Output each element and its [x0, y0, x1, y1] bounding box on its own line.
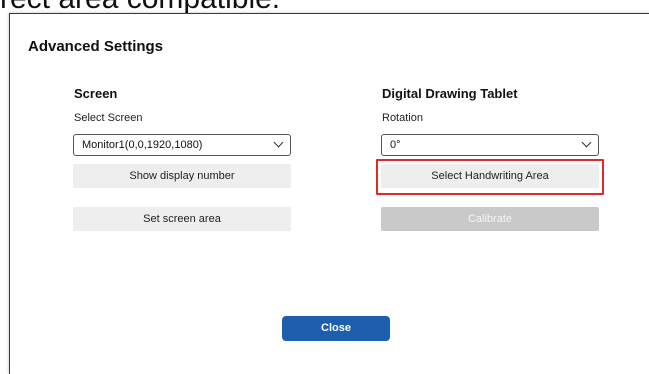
calibrate-button[interactable]: Calibrate — [381, 207, 599, 231]
advanced-settings-dialog: Advanced Settings Screen Select Screen M… — [9, 13, 649, 374]
rotation-dropdown[interactable]: 0° — [381, 134, 599, 156]
set-screen-area-button[interactable]: Set screen area — [73, 207, 291, 231]
tablet-heading: Digital Drawing Tablet — [382, 86, 518, 101]
dialog-title: Advanced Settings — [28, 38, 164, 55]
select-screen-value: Monitor1(0,0,1920,1080) — [82, 139, 203, 151]
chevron-down-icon — [581, 137, 592, 148]
background-text: rect area compatible. — [0, 0, 280, 14]
close-button[interactable]: Close — [282, 316, 390, 341]
screen-heading: Screen — [74, 86, 118, 101]
rotation-value: 0° — [390, 139, 401, 151]
rotation-label: Rotation — [382, 112, 423, 124]
highlight-box — [376, 159, 604, 195]
show-display-number-button[interactable]: Show display number — [73, 164, 291, 188]
chevron-down-icon — [273, 137, 284, 148]
select-screen-label: Select Screen — [74, 112, 143, 124]
select-screen-dropdown[interactable]: Monitor1(0,0,1920,1080) — [73, 134, 291, 156]
